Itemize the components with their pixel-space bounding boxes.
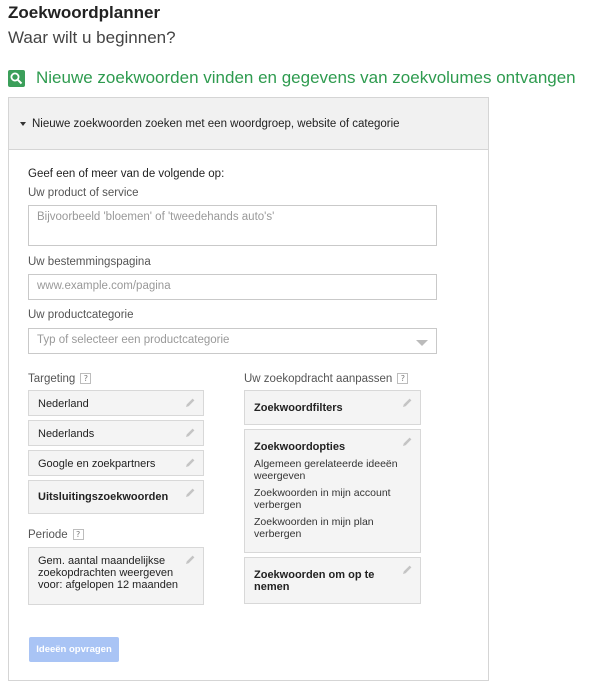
targeting-label: Targeting? xyxy=(28,373,92,385)
period-card[interactable]: Gem. aantal maandelijkse zoekopdrachten … xyxy=(28,547,204,605)
category-placeholder: Typ of selecteer een productcategorie xyxy=(37,334,230,346)
panel-intro: Geef een of meer van de volgende op: xyxy=(28,168,225,180)
landing-page-placeholder: www.example.com/pagina xyxy=(37,280,171,292)
landing-page-label: Uw bestemmingspagina xyxy=(28,256,151,268)
keyword-option-item: Algemeen gerelateerde ideeën weergeven xyxy=(254,458,411,482)
keyword-option-item: Zoekwoorden in mijn plan verbergen xyxy=(254,516,411,540)
targeting-location[interactable]: Nederland xyxy=(28,390,204,416)
keywords-to-include-line: Zoekwoorden om op te xyxy=(254,569,375,581)
targeting-location-text: Nederland xyxy=(38,398,89,410)
help-icon[interactable]: ? xyxy=(80,373,92,385)
keyword-option-line: verbergen xyxy=(254,499,302,511)
targeting-network[interactable]: Google en zoekpartners xyxy=(28,450,204,476)
pencil-icon xyxy=(403,437,412,446)
targeting-language-text: Nederlands xyxy=(38,428,95,440)
period-label: Periode? xyxy=(28,529,84,541)
targeting-language[interactable]: Nederlands xyxy=(28,420,204,446)
pencil-icon xyxy=(186,428,195,437)
panel-header-label: Nieuwe zoekwoorden zoeken met een woordg… xyxy=(32,117,400,130)
section-title: Nieuwe zoekwoorden vinden en gegevens va… xyxy=(36,68,576,87)
page-subtitle: Waar wilt u beginnen? xyxy=(8,28,176,47)
keyword-options-card[interactable]: Zoekwoordopties Algemeen gerelateerde id… xyxy=(244,429,421,553)
period-line: zoekopdrachten weergeven xyxy=(38,567,174,579)
targeting-network-text: Google en zoekpartners xyxy=(38,458,156,470)
keyword-option-line: Zoekwoorden in mijn account xyxy=(254,487,391,499)
keyword-filters-text: Zoekwoordfilters xyxy=(254,402,343,414)
section-heading[interactable]: Nieuwe zoekwoorden vinden en gegevens va… xyxy=(8,68,576,88)
get-ideas-button[interactable]: Ideeën opvragen xyxy=(29,637,119,662)
product-label: Uw product of service xyxy=(28,187,139,199)
keyword-filters-card[interactable]: Zoekwoordfilters xyxy=(244,390,421,425)
keywords-to-include-line: nemen xyxy=(254,581,290,593)
customize-label: Uw zoekopdracht aanpassen? xyxy=(244,373,409,385)
customize-label-text: Uw zoekopdracht aanpassen xyxy=(244,373,393,385)
targeting-negative-keywords-text: Uitsluitingszoekwoorden xyxy=(38,491,169,503)
keyword-option-line: Algemeen gerelateerde ideeën xyxy=(254,458,398,470)
panel-header-toggle[interactable]: Nieuwe zoekwoorden zoeken met een woordg… xyxy=(9,98,488,150)
product-input[interactable]: Bijvoorbeeld 'bloemen' of 'tweedehands a… xyxy=(28,205,437,246)
dropdown-arrow-icon xyxy=(416,340,428,346)
page-title: Zoekwoordplanner xyxy=(8,3,161,22)
pencil-icon xyxy=(186,398,195,407)
pencil-icon xyxy=(186,488,195,497)
pencil-icon xyxy=(186,555,195,564)
landing-page-input[interactable]: www.example.com/pagina xyxy=(28,274,437,300)
targeting-negative-keywords[interactable]: Uitsluitingszoekwoorden xyxy=(28,480,204,514)
keyword-option-line: weergeven xyxy=(254,470,306,482)
help-icon[interactable]: ? xyxy=(72,529,84,541)
category-label: Uw productcategorie xyxy=(28,309,134,321)
pencil-icon xyxy=(403,565,412,574)
period-line: voor: afgelopen 12 maanden xyxy=(38,579,179,591)
caret-down-icon xyxy=(20,121,26,126)
pencil-icon xyxy=(403,398,412,407)
keywords-to-include-card[interactable]: Zoekwoorden om op te nemen xyxy=(244,557,421,604)
keyword-option-item: Zoekwoorden in mijn account verbergen xyxy=(254,487,411,511)
product-placeholder: Bijvoorbeeld 'bloemen' of 'tweedehands a… xyxy=(37,211,275,223)
period-label-text: Periode xyxy=(28,529,68,541)
help-icon[interactable]: ? xyxy=(397,373,409,385)
category-select[interactable]: Typ of selecteer een productcategorie xyxy=(28,328,437,354)
keyword-options-title: Zoekwoordopties xyxy=(254,441,346,453)
pencil-icon xyxy=(186,458,195,467)
targeting-label-text: Targeting xyxy=(28,373,76,385)
search-icon xyxy=(8,69,25,87)
keyword-option-line: verbergen xyxy=(254,528,302,540)
keyword-option-line: Zoekwoorden in mijn plan xyxy=(254,516,374,528)
period-line: Gem. aantal maandelijkse xyxy=(38,555,166,567)
